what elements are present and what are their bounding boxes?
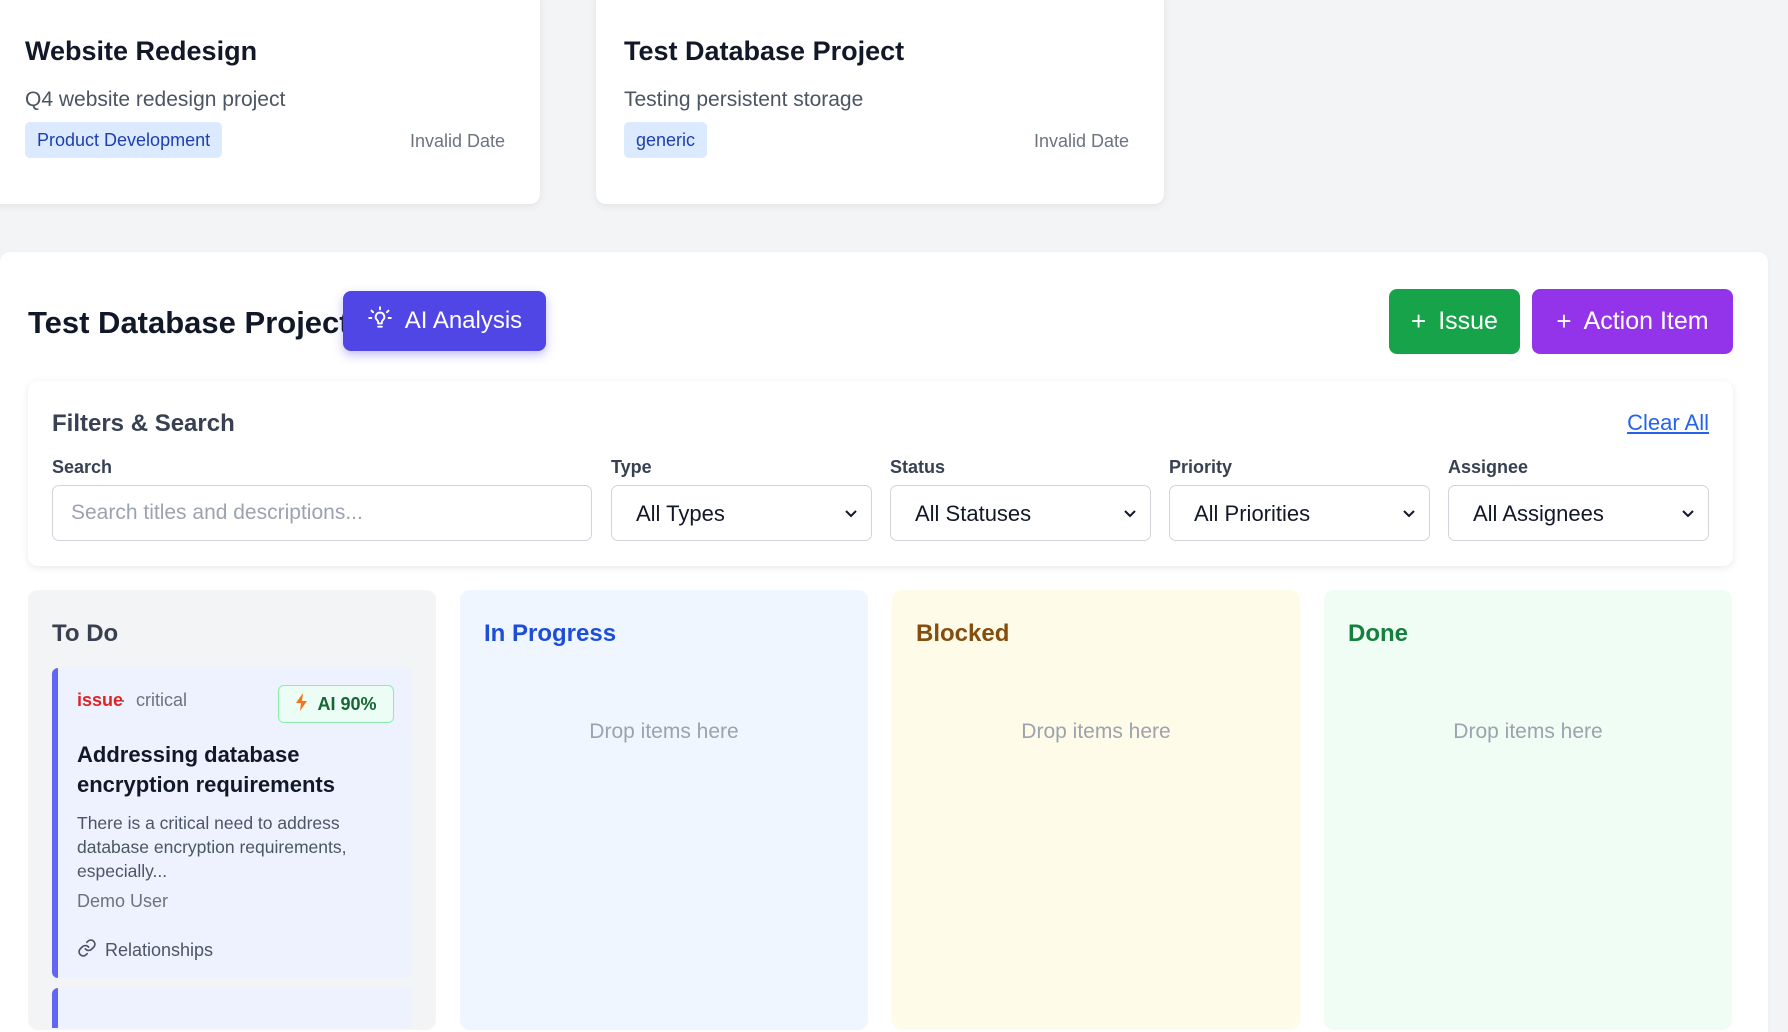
drop-zone-text: Drop items here: [1021, 720, 1171, 743]
search-input[interactable]: [52, 485, 592, 541]
chevron-down-icon: [1680, 486, 1696, 566]
add-action-item-label: Action Item: [1583, 307, 1709, 335]
relationships-label: Relationships: [105, 940, 214, 960]
priority-label: Priority: [1169, 457, 1233, 477]
search-label: Search: [52, 457, 113, 477]
priority-select-value: All Priorities: [1194, 501, 1311, 526]
column-title: Blocked: [916, 620, 1010, 647]
project-title: Website Redesign: [25, 36, 258, 66]
project-tag: Product Development: [25, 122, 223, 158]
column-title: Done: [1348, 620, 1408, 647]
project-title: Test Database Project: [624, 36, 905, 66]
clear-all-link[interactable]: Clear All: [1627, 410, 1709, 436]
assignee-select-value: All Assignees: [1473, 501, 1604, 526]
item-title: Addressing database encryption requireme…: [77, 742, 335, 797]
project-tag: generic: [624, 122, 708, 158]
item-description: There is a critical need to address data…: [77, 813, 347, 881]
ai-confidence-badge: AI 90%: [278, 685, 394, 723]
column-in-progress[interactable]: In Progress Drop items here: [460, 590, 868, 1030]
lightning-icon: [295, 692, 309, 717]
project-card-website-redesign[interactable]: Website Redesign Q4 website redesign pro…: [0, 0, 540, 204]
page-title: Test Database Project: [28, 305, 350, 340]
add-issue-label: Issue: [1438, 307, 1498, 335]
ai-analysis-label: AI Analysis: [404, 307, 523, 334]
type-select[interactable]: All Types: [611, 485, 872, 541]
add-issue-button[interactable]: + Issue: [1389, 289, 1520, 354]
column-todo[interactable]: To Do issue · critical AI 90% Addressing…: [28, 590, 436, 1030]
chevron-down-icon: [843, 486, 859, 566]
status-select[interactable]: All Statuses: [890, 485, 1151, 541]
chevron-down-icon: [1401, 486, 1417, 566]
project-card-test-database[interactable]: Test Database Project Testing persistent…: [596, 0, 1164, 204]
item-card[interactable]: issue · critical AI 90% Addressing datab…: [52, 668, 412, 978]
column-title: To Do: [52, 620, 119, 647]
relationships-link[interactable]: Relationships: [77, 938, 213, 963]
filters-panel: Filters & Search Clear All Search Type A…: [28, 381, 1733, 566]
link-icon: [77, 938, 97, 963]
column-title: In Progress: [484, 620, 617, 647]
project-description: Q4 website redesign project: [25, 88, 286, 111]
status-label: Status: [890, 457, 946, 477]
lightbulb-icon: [367, 305, 393, 338]
item-priority: critical: [136, 690, 188, 710]
chevron-down-icon: [1122, 486, 1138, 566]
plus-icon: +: [1556, 306, 1572, 336]
plus-icon: +: [1411, 306, 1427, 336]
item-separator: ·: [120, 690, 126, 710]
ai-analysis-button[interactable]: AI Analysis: [343, 291, 546, 351]
add-action-item-button[interactable]: + Action Item: [1532, 289, 1733, 354]
item-type: issue: [77, 690, 124, 710]
filters-title: Filters & Search: [52, 410, 235, 437]
column-blocked[interactable]: Blocked Drop items here: [892, 590, 1300, 1030]
project-date: Invalid Date: [1033, 131, 1129, 151]
priority-select[interactable]: All Priorities: [1169, 485, 1430, 541]
assignee-select[interactable]: All Assignees: [1448, 485, 1709, 541]
project-date: Invalid Date: [409, 131, 505, 151]
item-card[interactable]: [52, 988, 412, 1028]
status-select-value: All Statuses: [915, 501, 1032, 526]
ai-confidence-label: AI 90%: [317, 693, 377, 714]
project-description: Testing persistent storage: [624, 88, 864, 111]
item-assignee: Demo User: [77, 891, 169, 911]
assignee-label: Assignee: [1448, 457, 1529, 477]
drop-zone-text: Drop items here: [589, 720, 739, 743]
column-done[interactable]: Done Drop items here: [1324, 590, 1732, 1030]
type-label: Type: [611, 457, 652, 477]
type-select-value: All Types: [636, 501, 725, 526]
drop-zone-text: Drop items here: [1453, 720, 1603, 743]
